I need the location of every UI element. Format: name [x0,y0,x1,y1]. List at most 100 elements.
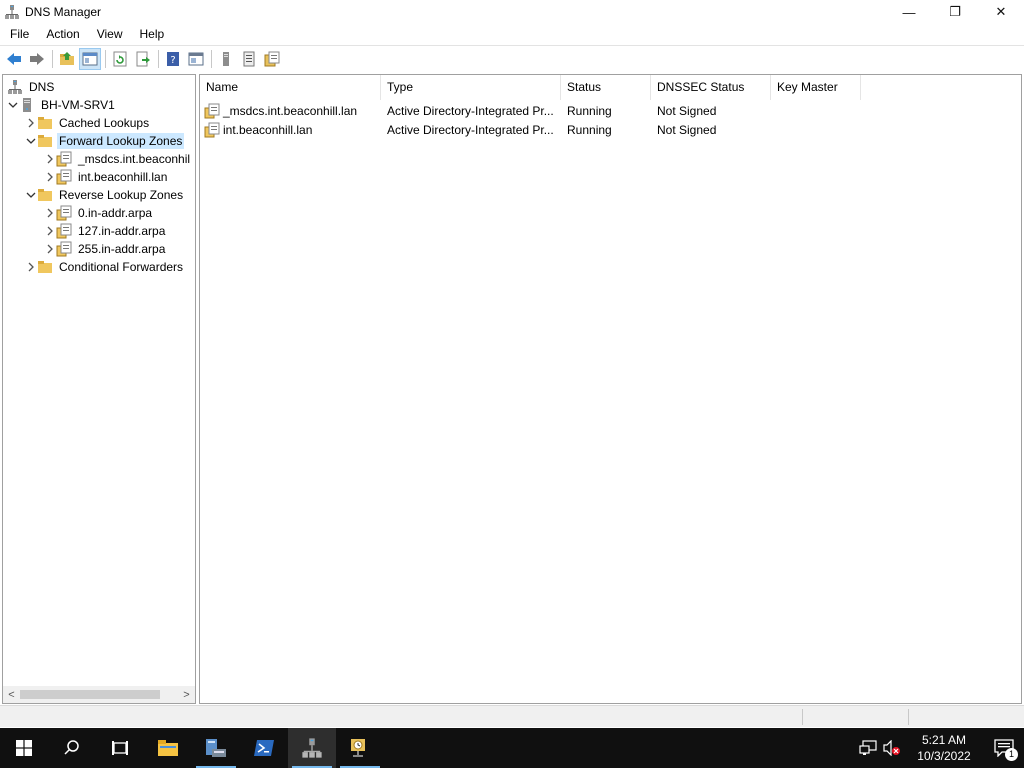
minimize-button[interactable]: — [886,0,932,24]
tree-node-zone-int-beaconhill[interactable]: int.beaconhill.lan [44,168,169,186]
volume-muted-icon [883,740,900,756]
clock-date: 10/3/2022 [917,749,971,763]
task-view-button[interactable] [96,728,144,768]
clock-time: 5:21 AM [921,733,967,747]
taskbar-file-explorer[interactable] [144,728,192,768]
tree-label: Cached Lookups [59,116,150,130]
results-list[interactable]: Name Type Status DNSSEC Status Key Maste… [199,74,1022,704]
tree-node-dns-root[interactable]: DNS [7,78,56,96]
tree-node-zone-255-in-addr-arpa[interactable]: 255.in-addr.arpa [44,240,167,258]
scroll-thumb[interactable] [20,690,160,699]
chevron-down-icon[interactable] [7,96,19,114]
zone-icon [56,205,72,221]
minimize-icon: — [902,4,916,20]
restore-icon: ❐ [949,4,961,19]
tree-node-cached-lookups[interactable]: Cached Lookups [25,114,151,132]
chevron-right-icon[interactable] [44,150,56,168]
help-button[interactable]: ? [162,48,184,70]
volume-tray-button[interactable] [880,728,904,768]
taskbar-clock[interactable]: 5:21 AM 10/3/2022 [910,732,978,764]
tree-node-zone-127-in-addr-arpa[interactable]: 127.in-addr.arpa [44,222,167,240]
taskbar-powershell[interactable] [240,728,288,768]
taskbar-network-diagnostics[interactable] [336,728,384,768]
list-button[interactable] [238,48,260,70]
table-row[interactable]: int.beaconhill.lan Active Directory-Inte… [200,120,861,139]
server-icon [223,52,229,66]
cell-dnssec-status: Not Signed [657,103,717,118]
tree-node-zone-msdcs[interactable]: _msdcs.int.beaconhil [44,150,192,168]
column-header-key-master[interactable]: Key Master [771,75,861,100]
zone-file-icon [264,51,280,67]
export-list-button[interactable] [132,48,154,70]
column-header-type[interactable]: Type [381,75,561,100]
column-header-status[interactable]: Status [561,75,651,100]
start-button[interactable] [0,728,48,768]
chevron-right-icon[interactable] [44,222,56,240]
properties-icon [188,52,204,66]
refresh-button[interactable] [109,48,131,70]
forward-button[interactable] [26,48,48,70]
chevron-right-icon[interactable] [44,204,56,222]
cell-status: Running [567,122,612,137]
zone-name: _msdcs.int.beaconhill.lan [223,103,358,118]
window-controls: — ❐ ✕ [886,0,1024,24]
status-bar-divider [802,709,803,725]
scroll-track[interactable] [20,686,178,703]
start-icon [16,740,32,756]
status-bar [0,705,1024,727]
tree-node-server[interactable]: BH-VM-SRV1 [7,96,117,114]
forward-icon [30,53,44,65]
up-one-level-button[interactable] [56,48,78,70]
network-icon [859,740,877,755]
menu-file[interactable]: File [3,24,36,44]
taskbar-dns-manager[interactable] [288,728,336,768]
chevron-down-icon[interactable] [25,132,37,150]
tree-label: 0.in-addr.arpa [78,206,153,220]
zone-file-button[interactable] [261,48,283,70]
menu-help[interactable]: Help [133,24,172,44]
svg-text:?: ? [170,55,175,66]
network-tray-button[interactable] [856,728,880,768]
show-hide-console-tree-button[interactable] [79,48,101,70]
chevron-right-icon[interactable] [25,258,37,276]
up-folder-icon [60,52,74,65]
toolbar-separator [158,50,159,68]
chevron-right-icon[interactable] [44,168,56,186]
column-header-dnssec-status[interactable]: DNSSEC Status [651,75,771,100]
restore-button[interactable]: ❐ [932,0,978,24]
tree-node-forward-lookup-zones[interactable]: Forward Lookup Zones [25,132,185,150]
chevron-right-icon[interactable] [25,114,37,132]
chevron-right-icon[interactable] [44,240,56,258]
tree-label: int.beaconhill.lan [78,170,168,184]
export-list-icon [136,51,150,67]
action-center-button[interactable]: 1 [984,728,1024,768]
back-button[interactable] [3,48,25,70]
table-row[interactable]: _msdcs.int.beaconhill.lan Active Directo… [200,101,861,120]
cell-dnssec-status: Not Signed [657,122,717,137]
menu-action[interactable]: Action [39,24,86,44]
properties-button[interactable] [185,48,207,70]
toolbar-separator [105,50,106,68]
column-header-name[interactable]: Name [200,75,381,100]
console-tree[interactable]: DNS BH-VM-SRV1 Cached Lookups Forward Lo… [2,74,196,704]
server-button[interactable] [215,48,237,70]
search-icon [64,740,79,755]
toolbar-separator [52,50,53,68]
search-button[interactable] [48,728,96,768]
menu-view[interactable]: View [90,24,130,44]
scroll-left-icon[interactable]: < [3,686,20,703]
folder-icon [37,115,53,131]
taskbar-server-manager[interactable] [192,728,240,768]
close-icon: ✕ [995,4,1007,19]
close-button[interactable]: ✕ [978,0,1024,24]
zone-icon [204,122,220,137]
horizontal-scrollbar[interactable]: < > [3,686,195,703]
cell-type: Active Directory-Integrated Pr... [387,103,554,118]
tree-node-conditional-forwarders[interactable]: Conditional Forwarders [25,258,185,276]
scroll-right-icon[interactable]: > [178,686,195,703]
chevron-down-icon[interactable] [25,186,37,204]
tree-label: DNS [29,80,55,94]
tree-node-reverse-lookup-zones[interactable]: Reverse Lookup Zones [25,186,185,204]
tree-node-zone-0-in-addr-arpa[interactable]: 0.in-addr.arpa [44,204,154,222]
task-view-icon [112,741,128,755]
